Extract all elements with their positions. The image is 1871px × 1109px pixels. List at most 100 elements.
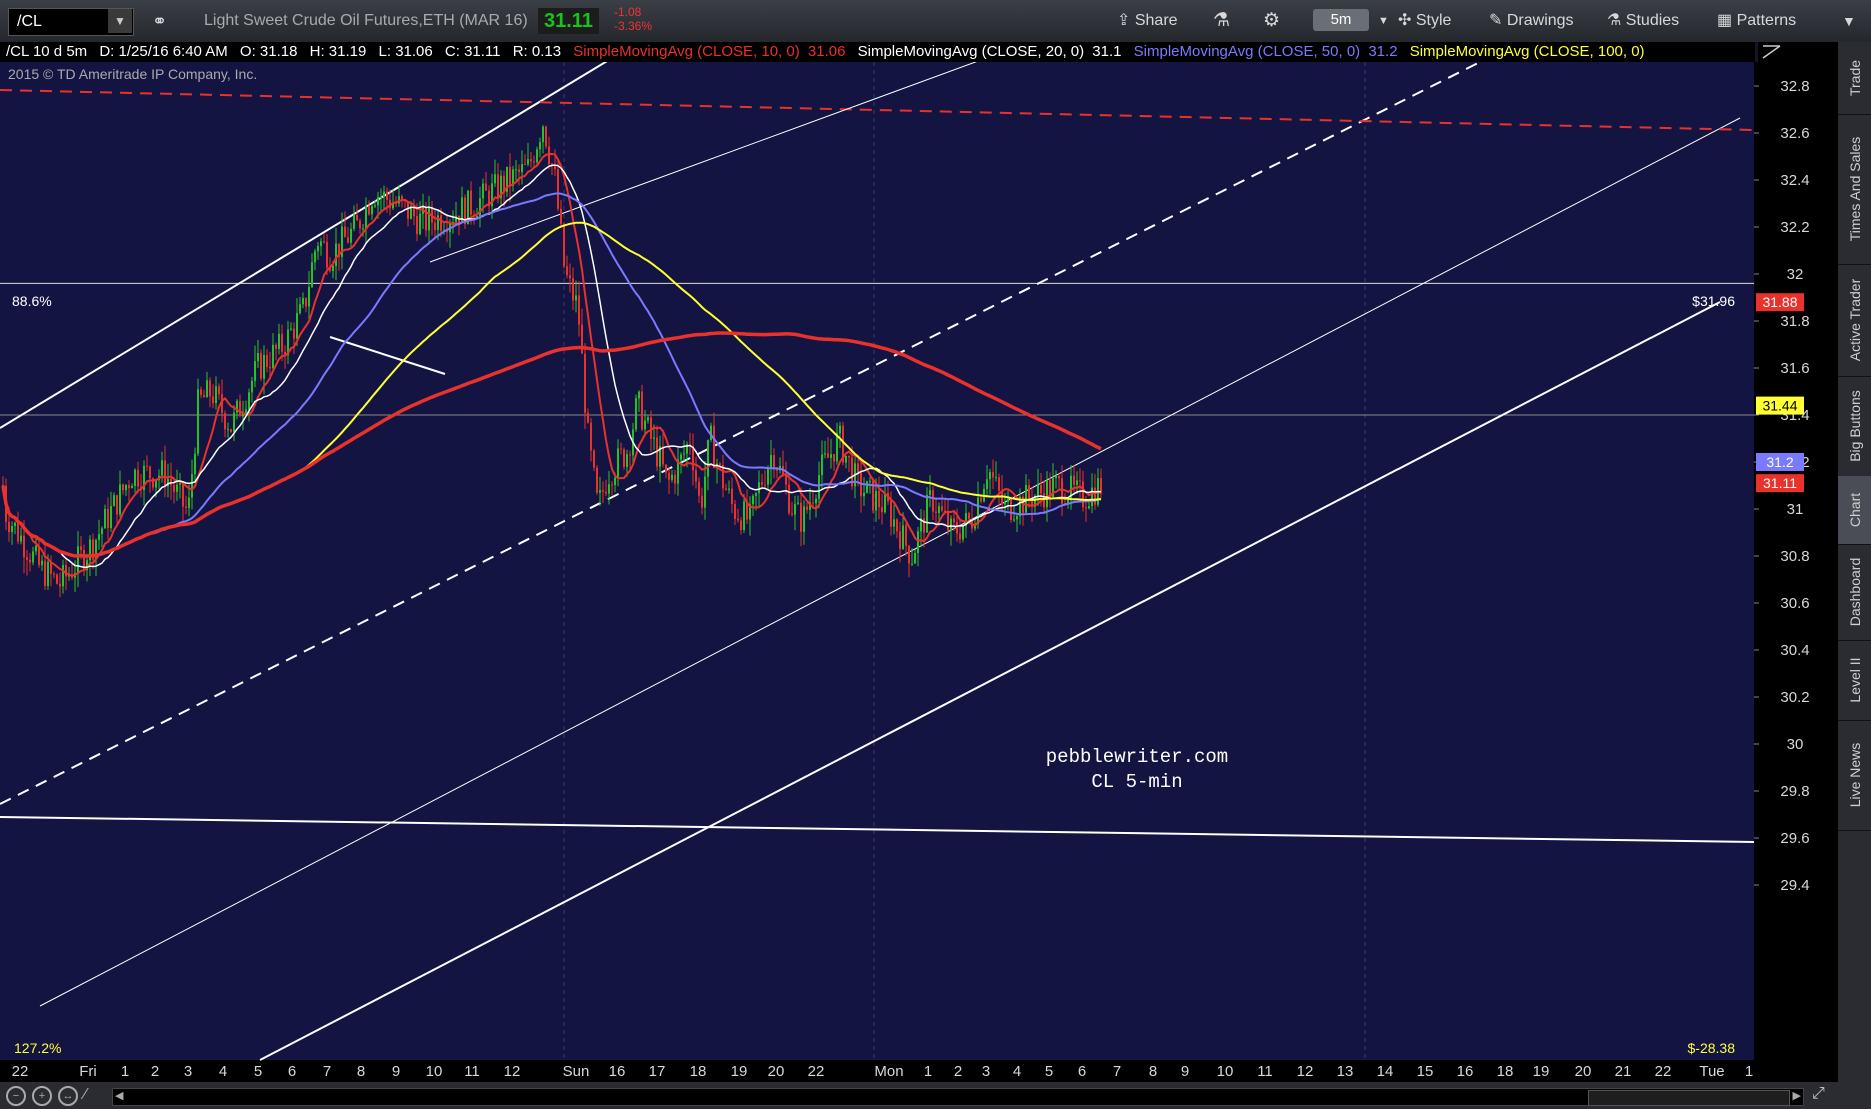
time-tick-label: 16 bbox=[1457, 1063, 1474, 1080]
sidebar-tab-times-and-sales[interactable]: Times And Sales bbox=[1838, 114, 1871, 265]
patterns-button[interactable]: ▦ Patterns bbox=[1717, 0, 1796, 42]
candle-body bbox=[905, 525, 907, 546]
candle-body bbox=[818, 475, 820, 499]
candle-body bbox=[29, 559, 31, 563]
candle-body bbox=[629, 454, 631, 456]
price-tick-label: 31.6 bbox=[1780, 360, 1809, 377]
time-tick-label: 10 bbox=[1217, 1063, 1234, 1080]
candle-body bbox=[32, 551, 34, 563]
study-low: L: 31.06 bbox=[378, 43, 433, 60]
candle-body bbox=[1082, 481, 1084, 508]
share-button[interactable]: ⇪ Share bbox=[1117, 0, 1178, 42]
candle-body bbox=[179, 483, 181, 485]
sidebar-tab-chart[interactable]: Chart bbox=[1838, 476, 1871, 545]
candle-body bbox=[308, 287, 310, 307]
price-badge-label: 31.11 bbox=[1763, 475, 1797, 491]
sma50-value: 31.2 bbox=[1368, 43, 1398, 60]
candle-body bbox=[674, 474, 676, 484]
candle-body bbox=[182, 483, 184, 507]
sidebar-tab-dashboard[interactable]: Dashboard bbox=[1838, 544, 1871, 641]
candle-body bbox=[995, 477, 997, 479]
candle-body bbox=[416, 216, 418, 235]
candle-body bbox=[1094, 487, 1096, 505]
flask-icon[interactable]: ⚗ bbox=[1213, 0, 1230, 42]
candle-body bbox=[776, 469, 778, 471]
expand-icon[interactable]: ⤢ bbox=[1812, 1085, 1825, 1103]
style-button[interactable]: ✣ Style bbox=[1398, 0, 1451, 42]
candle-body bbox=[281, 333, 283, 352]
candle-body bbox=[653, 437, 655, 439]
watermark-chart-type: CL 5-min bbox=[1091, 771, 1182, 793]
time-tick-label: 7 bbox=[323, 1063, 331, 1080]
scroll-thumb[interactable] bbox=[1588, 1090, 1790, 1106]
price-tick-label: 30.6 bbox=[1780, 595, 1809, 612]
sidebar-tab-active-trader[interactable]: Active Trader bbox=[1838, 264, 1871, 377]
chart-area[interactable]: 32.832.632.432.23231.831.631.431.23130.8… bbox=[0, 16, 1838, 1087]
gear-icon[interactable]: ⚙ bbox=[1263, 0, 1280, 42]
candle-body bbox=[962, 526, 964, 540]
candle-body bbox=[104, 508, 106, 529]
timeframe-button[interactable]: 5m bbox=[1313, 9, 1369, 31]
chart-scrollbar[interactable]: ◀ ▶ bbox=[112, 1088, 1804, 1106]
candle-body bbox=[935, 511, 937, 514]
collapse-icon[interactable] bbox=[1758, 42, 1838, 62]
sidebar-tab-live-news[interactable]: Live News bbox=[1838, 720, 1871, 831]
price-chart[interactable]: 32.832.632.432.23231.831.631.431.23130.8… bbox=[0, 16, 1838, 1082]
candle-body bbox=[119, 484, 121, 515]
candle-body bbox=[200, 389, 202, 395]
timeframe-dropdown-icon[interactable]: ▼ bbox=[1378, 0, 1389, 42]
time-tick-label: Fri bbox=[79, 1063, 97, 1080]
drag-zoom-icon[interactable]: ⁄ bbox=[84, 1086, 87, 1104]
candle-body bbox=[128, 485, 130, 489]
symbol-dropdown-icon[interactable]: ▼ bbox=[108, 9, 132, 33]
candle-body bbox=[149, 466, 151, 479]
candle-body bbox=[902, 525, 904, 549]
study-info-bar: /CL 10 d 5m D: 1/25/16 6:40 AM O: 31.18 … bbox=[0, 42, 1755, 62]
drawings-button[interactable]: ✎ Drawings bbox=[1489, 0, 1574, 42]
time-tick-label: 1 bbox=[121, 1063, 129, 1080]
candle-body bbox=[617, 448, 619, 478]
time-axis-background bbox=[0, 1060, 1838, 1082]
candle-body bbox=[896, 519, 898, 532]
sidebar-tab-big-buttons[interactable]: Big Buttons bbox=[1838, 376, 1871, 477]
candle-body bbox=[743, 501, 745, 531]
scroll-left-icon[interactable]: ◀ bbox=[115, 1089, 123, 1102]
candle-body bbox=[917, 531, 919, 553]
time-tick-label: 13 bbox=[1337, 1063, 1354, 1080]
drawings-label: Drawings bbox=[1506, 12, 1574, 29]
candle-body bbox=[227, 429, 229, 431]
time-tick-label: 6 bbox=[288, 1063, 296, 1080]
time-tick-label: 19 bbox=[731, 1063, 748, 1080]
candle-body bbox=[8, 521, 10, 533]
candle-body bbox=[881, 507, 883, 513]
candle-body bbox=[272, 344, 274, 369]
sidebar-tab-trade[interactable]: Trade bbox=[1838, 42, 1871, 115]
zoom-fit-icon[interactable]: ↔ bbox=[58, 1086, 78, 1106]
studies-button[interactable]: ⚗ Studies bbox=[1607, 0, 1679, 42]
candle-body bbox=[599, 490, 601, 493]
sidebar-tab-level-ii[interactable]: Level II bbox=[1838, 640, 1871, 721]
candle-body bbox=[1046, 480, 1048, 508]
time-tick-label: 9 bbox=[392, 1063, 400, 1080]
candle-body bbox=[44, 560, 46, 587]
pencil-icon: ✎ bbox=[1489, 12, 1503, 29]
zoom-in-icon[interactable]: + bbox=[32, 1086, 52, 1106]
candle-body bbox=[953, 518, 955, 523]
candle-body bbox=[839, 425, 841, 434]
time-tick-label: 2 bbox=[151, 1063, 159, 1080]
candle-body bbox=[542, 126, 544, 143]
candle-body bbox=[203, 394, 205, 398]
price-tick-label: 31.8 bbox=[1780, 313, 1809, 330]
candle-body bbox=[362, 228, 364, 230]
time-tick-label: 12 bbox=[504, 1063, 521, 1080]
price-tick-label: 30 bbox=[1787, 736, 1804, 753]
candle-body bbox=[1016, 516, 1018, 520]
candle-body bbox=[575, 295, 577, 301]
study-range: R: 0.13 bbox=[512, 43, 562, 60]
time-tick-label: 8 bbox=[357, 1063, 365, 1080]
menu-dropdown-icon[interactable]: ▼ bbox=[1842, 0, 1856, 42]
link-icon[interactable]: ⚭ bbox=[152, 0, 167, 42]
zoom-out-icon[interactable]: − bbox=[6, 1086, 26, 1106]
scroll-right-icon[interactable]: ▶ bbox=[1793, 1089, 1801, 1102]
candle-body bbox=[224, 413, 226, 430]
